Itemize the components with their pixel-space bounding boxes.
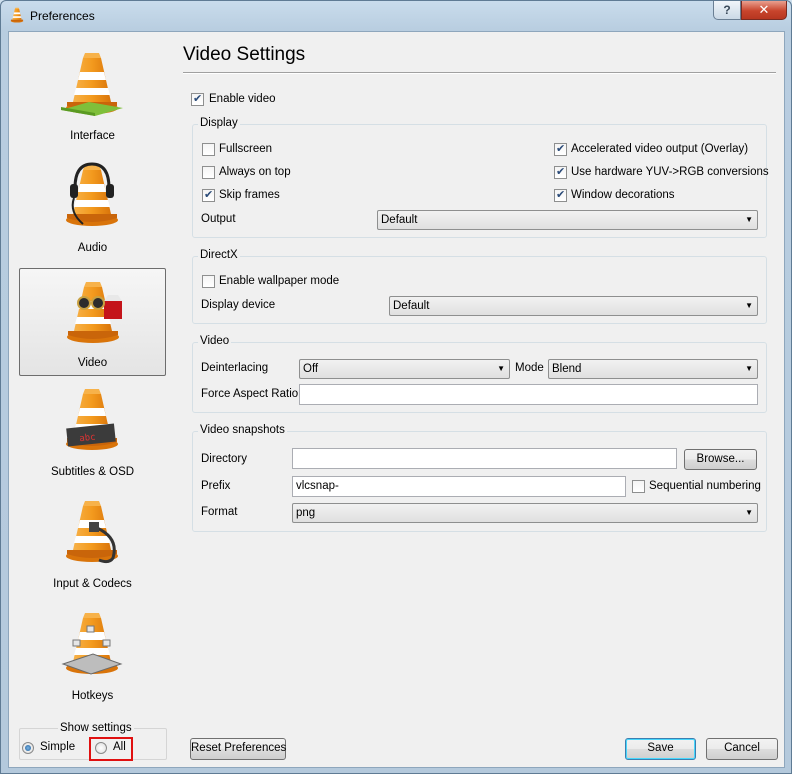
always-on-top-checkbox[interactable] [202,166,215,179]
page-title: Video Settings [183,44,306,65]
save-button[interactable]: Save [625,738,696,760]
mode-select[interactable]: Blend ▼ [548,359,758,379]
vlc-cone-glasses-icon [60,279,122,345]
window-title: Preferences [30,9,95,23]
accelerated-output-label: Accelerated video output (Overlay) [571,143,749,155]
sidebar-item-label: Input & Codecs [53,578,132,590]
close-button[interactable]: ✕ [741,1,787,20]
title-bar[interactable]: Preferences ? ✕ [1,1,791,31]
chevron-down-icon: ▼ [745,364,753,373]
help-button[interactable]: ? [713,1,741,20]
skip-frames-checkbox[interactable] [202,188,215,202]
vlc-cone-cable-icon [59,498,125,564]
sidebar-item-label: Video [77,357,108,369]
chevron-down-icon: ▼ [497,364,505,373]
hardware-yuv-label: Use hardware YUV->RGB conversions [571,166,769,178]
browse-button[interactable]: Browse... [684,449,757,470]
display-device-label: Display device [201,299,276,311]
all-radio-label: All [113,741,126,753]
format-select[interactable]: png ▼ [292,503,758,523]
sidebar-item-subtitles-osd[interactable]: abc Subtitles & OSD [19,376,166,484]
all-radio[interactable] [95,742,107,754]
chevron-down-icon: ▼ [745,215,753,224]
output-select[interactable]: Default ▼ [377,210,758,230]
wallpaper-mode-checkbox[interactable] [202,275,215,288]
always-on-top-label: Always on top [219,166,291,178]
preferences-client-area: Interface Audio Video abc Subtitles & OS… [8,31,785,768]
prefix-label: Prefix [201,480,231,492]
title-divider [183,72,776,73]
mode-value: Blend [552,363,582,375]
reset-preferences-button[interactable]: Reset Preferences [190,738,286,760]
deinterlacing-select[interactable]: Off ▼ [299,359,510,379]
simple-radio-label: Simple [40,741,76,753]
force-aspect-ratio-input[interactable] [299,384,758,405]
sidebar-item-label: Subtitles & OSD [50,466,135,478]
skip-frames-label: Skip frames [219,189,280,201]
sequential-numbering-checkbox[interactable] [632,480,645,493]
directory-label: Directory [201,453,248,465]
sidebar-item-audio[interactable]: Audio [19,152,166,260]
output-select-value: Default [381,214,418,226]
sidebar-item-video[interactable]: Video [19,268,166,376]
video-snapshots-group-title: Video snapshots [198,424,287,436]
category-sidebar: Interface Audio Video abc Subtitles & OS… [9,32,179,722]
deinterlacing-label: Deinterlacing [201,362,269,374]
directx-group-title: DirectX [198,249,240,261]
svg-text:abc: abc [79,433,96,445]
cancel-button[interactable]: Cancel [706,738,778,760]
simple-radio[interactable] [22,742,34,754]
sidebar-item-interface[interactable]: Interface [19,40,166,148]
display-device-value: Default [393,300,430,312]
show-settings-title: Show settings [58,722,134,734]
output-label: Output [201,213,236,225]
fullscreen-checkbox[interactable] [202,143,215,156]
wallpaper-mode-label: Enable wallpaper mode [219,275,340,287]
sidebar-item-input-codecs[interactable]: Input & Codecs [19,488,166,596]
chevron-down-icon: ▼ [745,301,753,310]
format-label: Format [201,506,238,518]
directory-input[interactable] [292,448,677,469]
display-device-select[interactable]: Default ▼ [389,296,758,316]
chevron-down-icon: ▼ [745,508,753,517]
accelerated-output-checkbox[interactable] [554,142,567,156]
sidebar-item-label: Audio [77,242,108,254]
hardware-yuv-checkbox[interactable] [554,165,567,179]
sequential-numbering-label: Sequential numbering [649,480,761,492]
display-group-title: Display [198,117,240,129]
window-decorations-checkbox[interactable] [554,188,567,202]
vlc-cone-interface-icon [61,50,123,116]
vlc-app-icon [9,7,25,23]
sidebar-item-hotkeys[interactable]: Hotkeys [19,600,166,708]
deinterlacing-value: Off [303,363,319,375]
vlc-cone-keyboard-icon [61,610,123,675]
sidebar-item-label: Interface [70,130,115,142]
prefix-input[interactable]: vlcsnap- [292,476,626,497]
window-decorations-label: Window decorations [571,189,675,201]
preferences-window: Preferences ? ✕ Interface Audio Video ab… [0,0,792,774]
vlc-cone-subtitles-icon: abc [59,386,125,452]
sidebar-item-label: Hotkeys [71,690,114,702]
enable-video-label: Enable video [209,93,276,105]
enable-video-checkbox[interactable] [191,92,204,106]
vlc-cone-headphones-icon [59,162,125,228]
mode-label: Mode [515,362,544,374]
force-aspect-ratio-label: Force Aspect Ratio [201,388,299,400]
fullscreen-label: Fullscreen [219,143,273,155]
video-group-title: Video [198,335,232,347]
format-value: png [296,507,316,519]
